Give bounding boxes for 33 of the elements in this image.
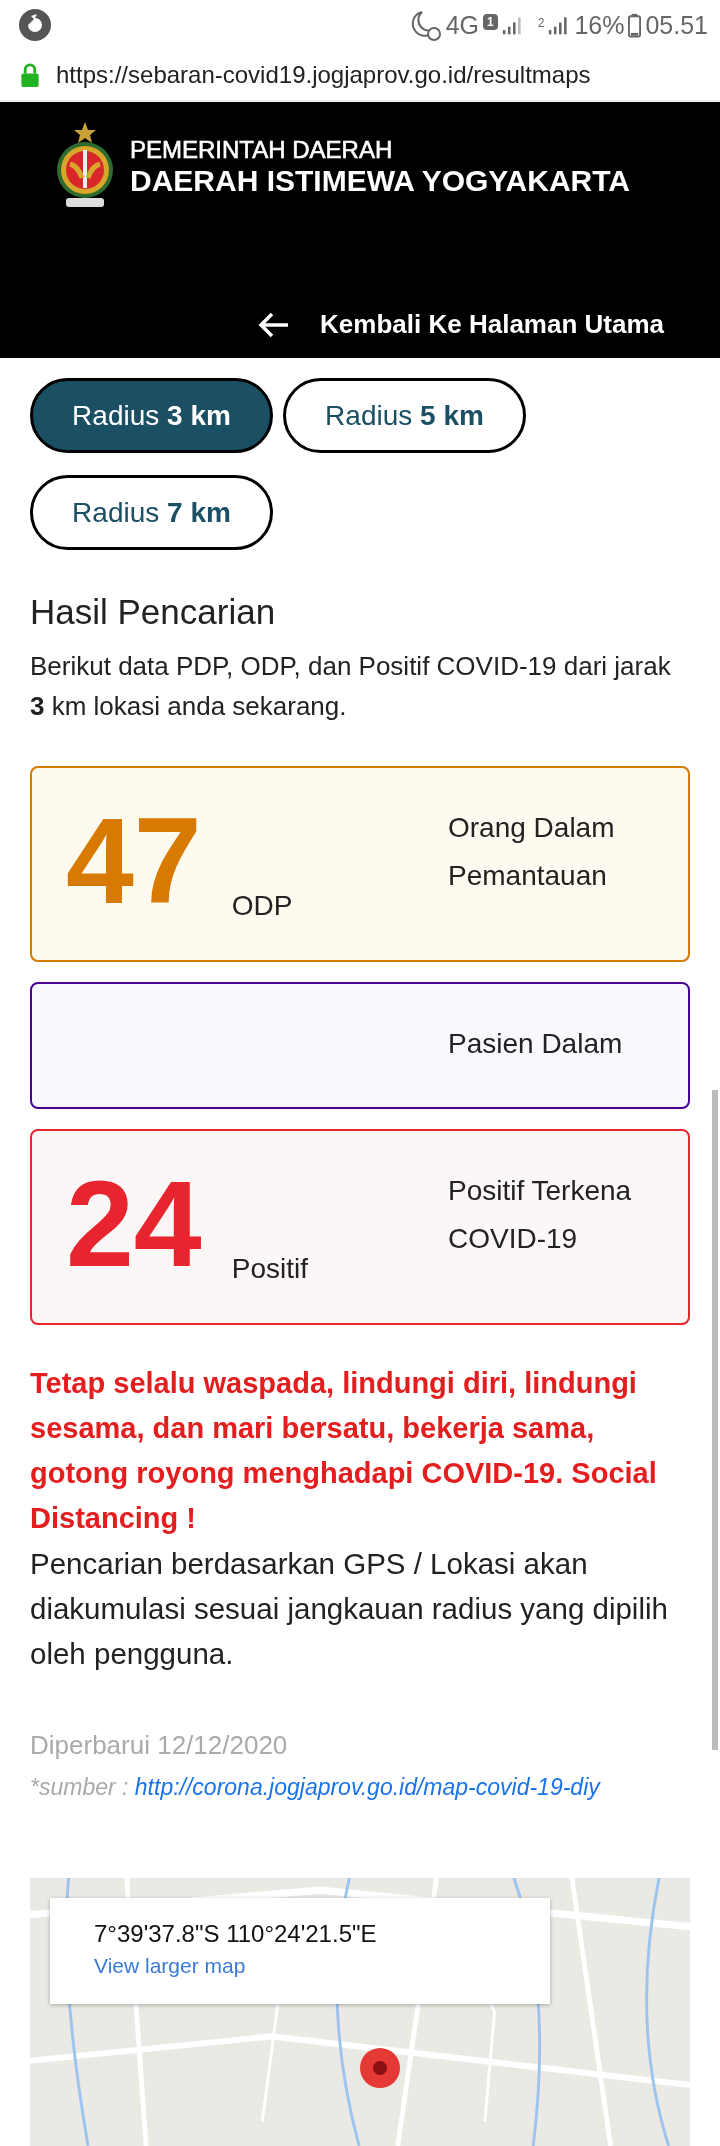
stat-label: Positif Terkena COVID-19 bbox=[448, 1174, 633, 1256]
coordinates-text: 7°39'37.8"S 110°24'21.5"E bbox=[94, 1920, 377, 1948]
sim-badge: 1 bbox=[483, 14, 498, 30]
battery-percent: 16% bbox=[574, 10, 625, 40]
header-subtitle: PEMERINTAH DAERAH bbox=[130, 136, 394, 164]
header-title: DAERAH ISTIMEWA YOGYAKARTA bbox=[130, 164, 631, 198]
back-link[interactable]: Kembali Ke Halaman Utama bbox=[258, 309, 664, 340]
battery-icon bbox=[628, 12, 642, 38]
stat-number: 24 bbox=[66, 1163, 202, 1285]
radius-button[interactable]: Radius 3 km bbox=[30, 378, 273, 453]
updated-date: Diperbarui 12/12/2020 bbox=[30, 1729, 289, 1762]
radius-button[interactable]: Radius 7 km bbox=[30, 475, 273, 550]
source-label: *sumber : bbox=[30, 1774, 129, 1800]
clock: 05.51 bbox=[645, 10, 708, 40]
location-pin-icon bbox=[360, 2048, 400, 2088]
larger-map-link[interactable]: View larger map bbox=[94, 1954, 246, 1978]
stat-abbreviation: Positif bbox=[231, 1253, 308, 1285]
description-text: Berikut data PDP, ODP, dan Positif COVID-19 dari jarak 3 km lokasi anda sekarang. bbox=[30, 650, 672, 723]
section-title: Hasil Pencarian bbox=[30, 592, 277, 632]
note-text: Pencarian berdasarkan GPS / Lokasi akan diakumulasi sesuai jangkauan radius yang dipilih oleh pengguna. bbox=[30, 1546, 669, 1672]
lock-icon bbox=[20, 62, 40, 88]
stat-label: Pasien Dalam bbox=[448, 1027, 624, 1061]
radius-button[interactable]: Radius 5 km bbox=[283, 378, 526, 453]
back-arrow-icon bbox=[258, 310, 291, 339]
network-type: 4G bbox=[445, 10, 479, 40]
stat-abbreviation: ODP bbox=[231, 890, 293, 922]
stat-number: 47 bbox=[66, 800, 202, 922]
source-link[interactable]: http://corona.jogjaprov.go.id/map-covid-19-diy bbox=[134, 1774, 600, 1800]
stat-label: Orang Dalam Pemantauan bbox=[448, 811, 616, 893]
sim-number: 2 bbox=[537, 16, 545, 30]
browser-app-icon bbox=[18, 8, 52, 42]
warning-text: Tetap selalu waspada, lindungi diri, lindungi sesama, dan mari bersatu, bekerja sama, gotong royong menghadapi COVID-19. Social Distancing ! bbox=[30, 1366, 658, 1536]
url-text[interactable]: https://sebaran-covid19.jogjaprov.go.id/resultmaps bbox=[56, 61, 591, 89]
